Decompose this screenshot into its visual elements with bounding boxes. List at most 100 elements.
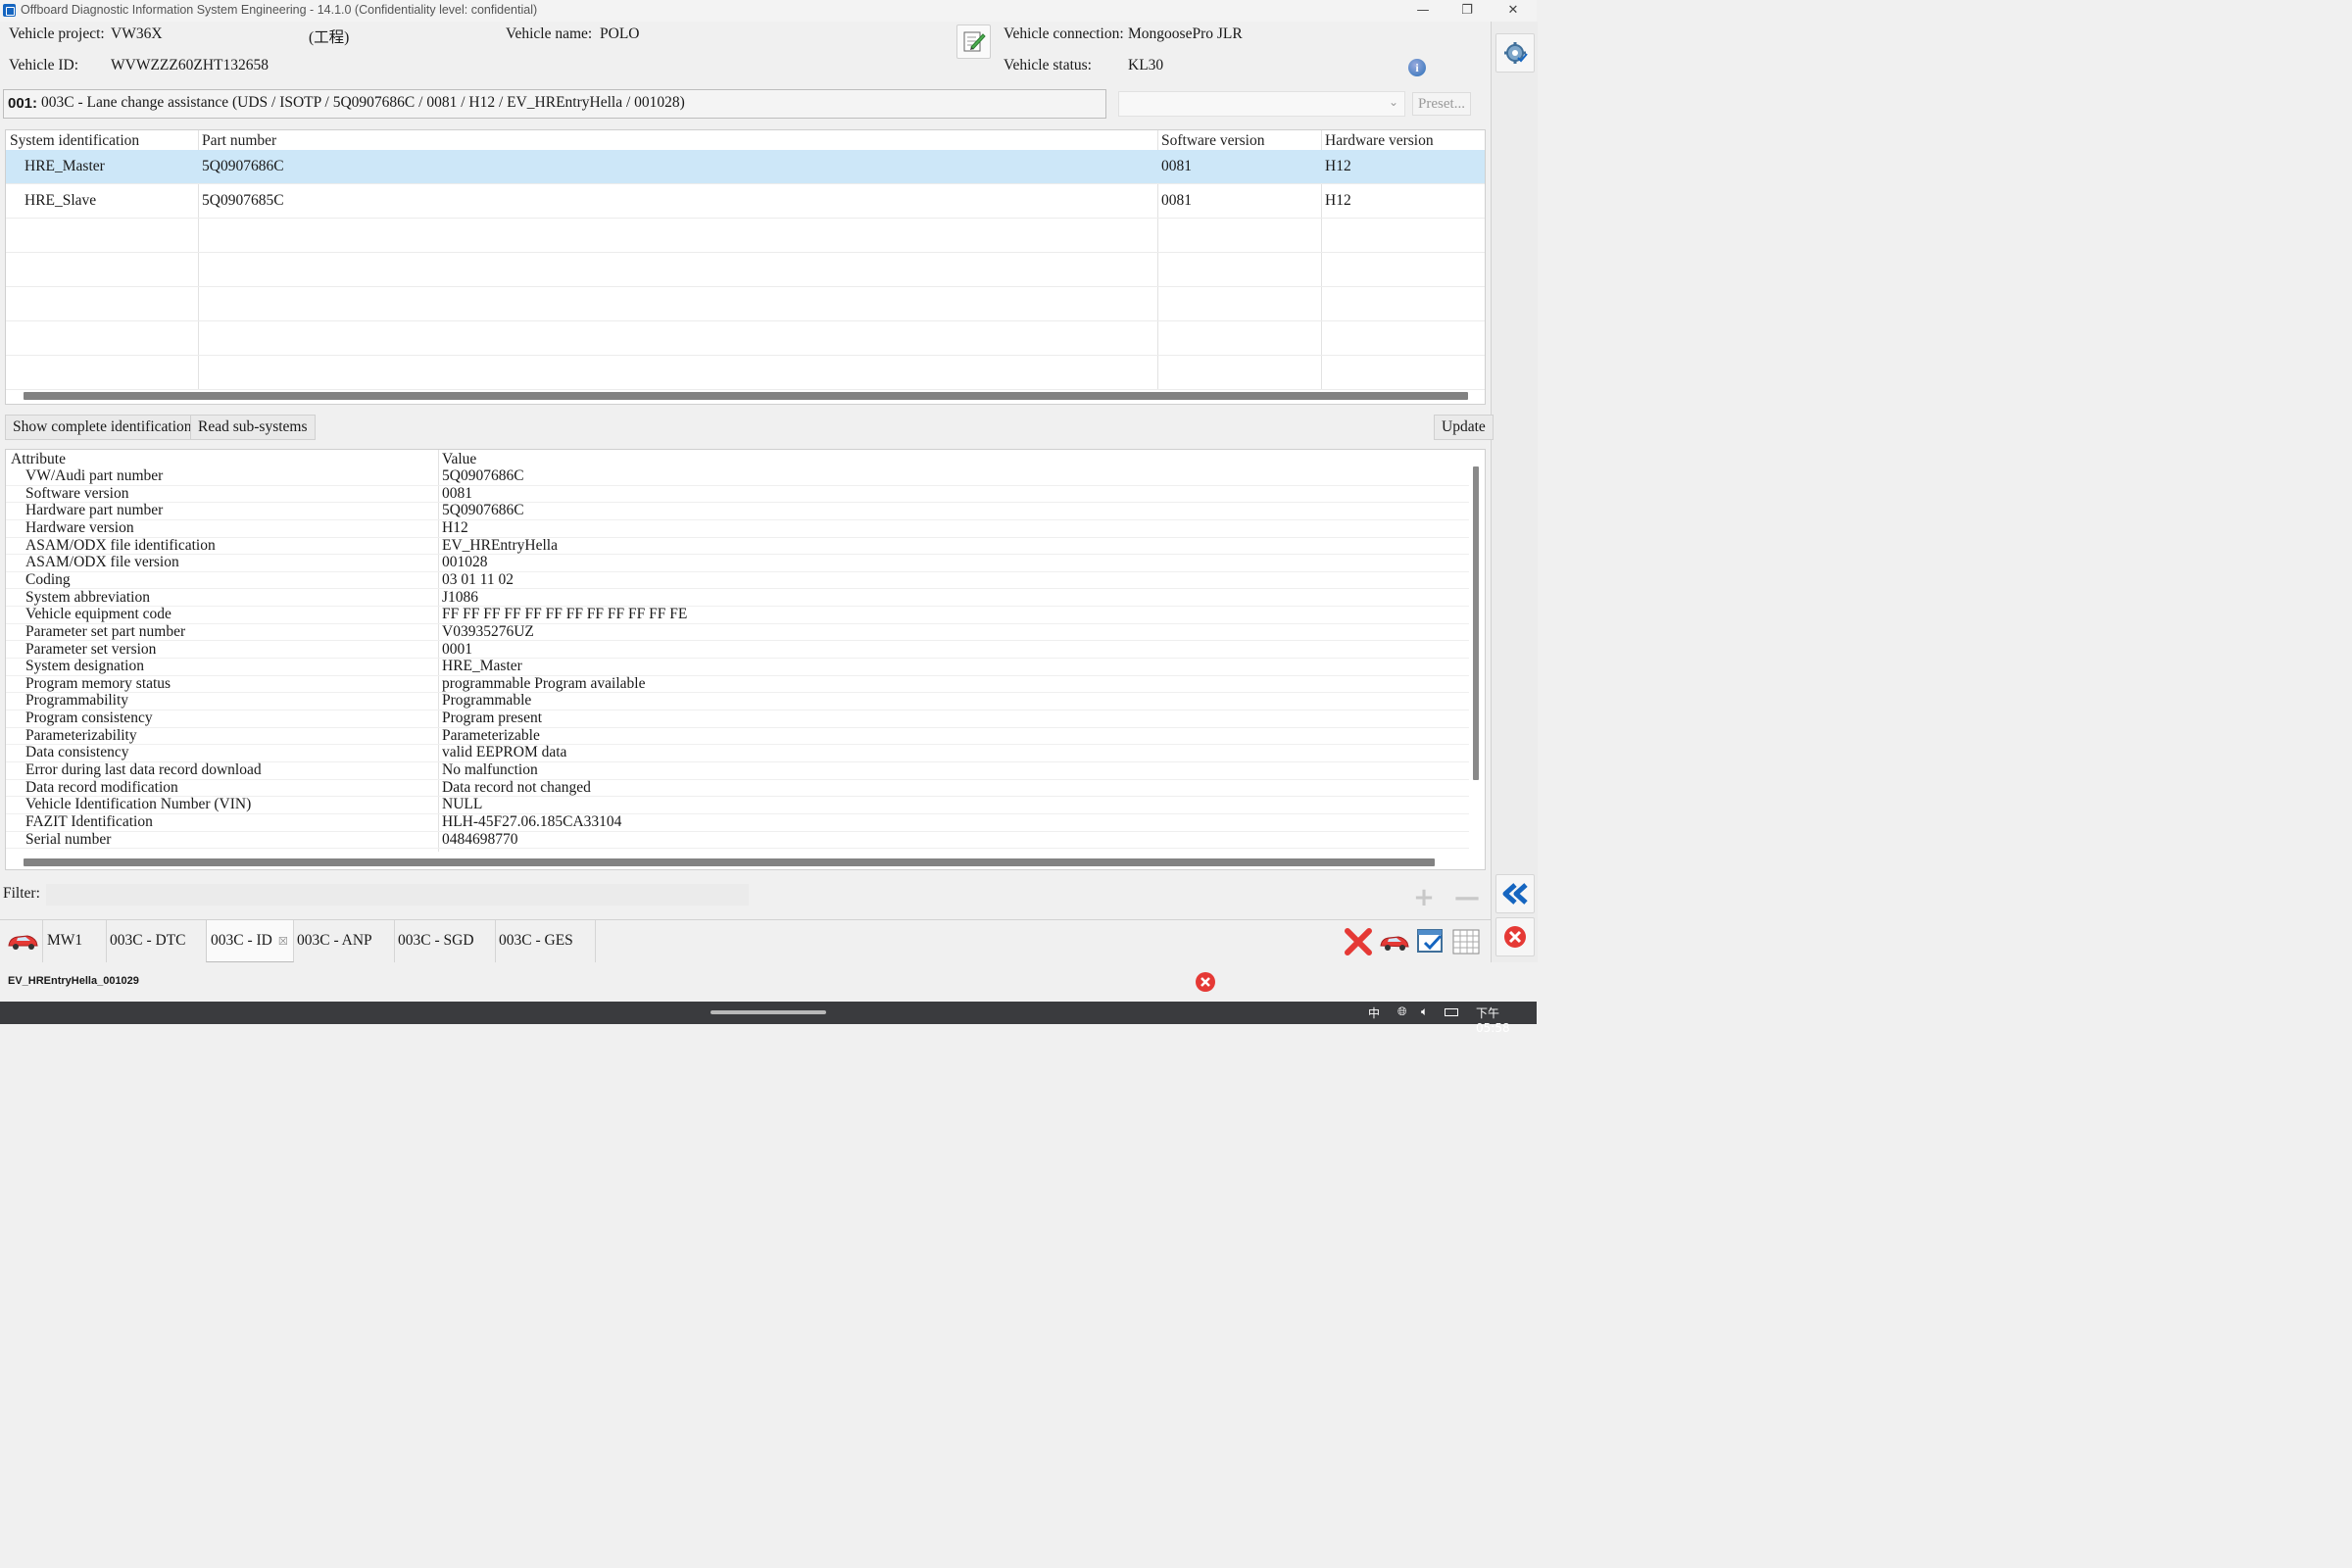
- exit-button[interactable]: [1495, 917, 1535, 956]
- attribute-name: Parameter set part number: [25, 622, 186, 640]
- edit-icon: [963, 31, 986, 52]
- taskbar: 中 🌐︎ 🔈︎ 下午 05:58: [0, 1002, 1537, 1035]
- attribute-name: Error during last data record download: [25, 761, 262, 779]
- table-row[interactable]: HRE_Slave 5Q0907685C 0081 H12: [6, 184, 1485, 219]
- attribute-value: valid EEPROM data: [442, 744, 567, 761]
- clear-button[interactable]: [1343, 926, 1374, 957]
- attribute-row[interactable]: Serial number 0484698770: [6, 831, 1469, 850]
- battery-icon[interactable]: [1445, 1008, 1458, 1016]
- attribute-value: Data record not changed: [442, 778, 591, 796]
- app-icon: [3, 4, 16, 17]
- table-row-empty: [6, 219, 1485, 253]
- attribute-name: Vehicle Identification Number (VIN): [25, 796, 252, 813]
- attribute-row[interactable]: Programmability Programmable: [6, 692, 1469, 711]
- gesture-handle[interactable]: [710, 1010, 826, 1014]
- attribute-row[interactable]: Program memory status programmable Progra…: [6, 674, 1469, 694]
- attribute-row[interactable]: ASAM/ODX file version 001028: [6, 554, 1469, 572]
- globe-icon[interactable]: 🌐︎: [1397, 1004, 1407, 1019]
- vehicle-name-label: Vehicle name:: [506, 25, 593, 42]
- filter-input[interactable]: [46, 884, 749, 906]
- ime-indicator[interactable]: 中: [1368, 1004, 1380, 1021]
- show-complete-identification-button[interactable]: Show complete identification: [5, 415, 200, 440]
- horizontal-scrollbar[interactable]: [24, 392, 1468, 400]
- attribute-name: Program consistency: [25, 710, 153, 727]
- close-window-button[interactable]: ✕: [1498, 2, 1528, 20]
- error-icon: [1196, 972, 1215, 992]
- attribute-row[interactable]: ASAM/ODX file identification EV_HREntryHe…: [6, 536, 1469, 556]
- column-header-hardware-version[interactable]: Hardware version: [1325, 132, 1434, 150]
- attribute-name: VW/Audi part number: [25, 467, 164, 484]
- attribute-row[interactable]: Vehicle equipment code FF FF FF FF FF FF …: [6, 606, 1469, 624]
- car-icon: [8, 935, 38, 950]
- attribute-value: programmable Program available: [442, 674, 646, 692]
- attribute-value: 5Q0907686C: [442, 502, 524, 519]
- volume-muted-icon[interactable]: 🔈︎: [1421, 1004, 1428, 1019]
- remove-filter-button[interactable]: —: [1454, 885, 1480, 910]
- info-icon[interactable]: i: [1408, 59, 1426, 76]
- attribute-value: 5Q0907686C: [442, 467, 524, 484]
- column-header-value[interactable]: Value: [442, 451, 476, 468]
- attribute-name: Hardware version: [25, 518, 134, 536]
- column-header-attribute[interactable]: Attribute: [11, 451, 66, 468]
- attribute-name: FAZIT Identification: [25, 813, 153, 830]
- edit-notes-button[interactable]: [956, 24, 991, 59]
- attribute-row[interactable]: Parameter set version 0001: [6, 641, 1469, 660]
- attribute-row[interactable]: Error during last data record download No…: [6, 761, 1469, 780]
- vertical-scrollbar[interactable]: [1473, 466, 1479, 780]
- add-filter-button[interactable]: +: [1411, 885, 1437, 910]
- attribute-value: HRE_Master: [442, 658, 522, 675]
- double-chevron-left-icon: [1502, 883, 1528, 905]
- attribute-row[interactable]: Vehicle Identification Number (VIN) NULL: [6, 796, 1469, 814]
- tab-003c-ges[interactable]: 003C - GES: [495, 920, 596, 962]
- clock[interactable]: 下午 05:58: [1476, 1004, 1537, 1035]
- update-button[interactable]: Update: [1434, 415, 1494, 440]
- tab-003c-sgd[interactable]: 003C - SGD: [394, 920, 496, 962]
- attribute-row[interactable]: Parameter set part number V03935276UZ: [6, 622, 1469, 642]
- collapse-panel-button[interactable]: [1495, 874, 1535, 913]
- tab-003c-anp[interactable]: 003C - ANP: [293, 920, 395, 962]
- table-row[interactable]: HRE_Master 5Q0907686C 0081 H12: [6, 150, 1485, 184]
- column-header-system-identification[interactable]: System identification: [10, 132, 139, 150]
- tab-close-icon[interactable]: ☒: [278, 935, 288, 948]
- attribute-value: Program present: [442, 710, 543, 727]
- settings-button[interactable]: [1495, 33, 1535, 73]
- attribute-row[interactable]: System abbreviation J1086: [6, 588, 1469, 608]
- maximize-button[interactable]: ❐: [1452, 2, 1482, 20]
- attribute-value: 001028: [442, 554, 488, 571]
- title-bar: Offboard Diagnostic Information System E…: [0, 0, 1537, 22]
- vehicle-id-label: Vehicle ID:: [9, 57, 79, 74]
- tab-003c-dtc[interactable]: 003C - DTC: [106, 920, 207, 962]
- vehicle-button[interactable]: [1378, 926, 1411, 957]
- column-header-software-version[interactable]: Software version: [1161, 132, 1264, 150]
- attribute-row[interactable]: Software version 0081: [6, 485, 1469, 504]
- minimize-button[interactable]: —: [1408, 2, 1438, 20]
- attribute-row[interactable]: FAZIT Identification HLH-45F27.06.185CA33…: [6, 813, 1469, 832]
- column-header-part-number[interactable]: Part number: [202, 132, 276, 150]
- right-tool-panel: [1491, 22, 1538, 962]
- attribute-row[interactable]: VW/Audi part number 5Q0907686C: [6, 467, 1469, 486]
- attribute-row[interactable]: System designation HRE_Master: [6, 658, 1469, 676]
- horizontal-scrollbar[interactable]: [24, 858, 1435, 866]
- attribute-row[interactable]: Hardware version H12: [6, 518, 1469, 538]
- checklist-button[interactable]: [1415, 926, 1446, 957]
- grid-view-button[interactable]: [1450, 926, 1482, 957]
- vehicle-status-value: KL30: [1128, 57, 1164, 74]
- attribute-name: Program memory status: [25, 674, 172, 692]
- attribute-row[interactable]: Data record modification Data record not …: [6, 778, 1469, 798]
- read-sub-systems-button[interactable]: Read sub-systems: [190, 415, 316, 440]
- attribute-value: J1086: [442, 588, 479, 606]
- preset-button[interactable]: Preset...: [1412, 92, 1471, 116]
- attribute-row[interactable]: Hardware part number 5Q0907686C: [6, 502, 1469, 520]
- attribute-row[interactable]: Parameterizability Parameterizable: [6, 727, 1469, 746]
- ecu-dropdown[interactable]: ⌄: [1118, 91, 1405, 117]
- vehicle-tab[interactable]: [0, 920, 43, 962]
- vehicle-connection-label: Vehicle connection:: [1004, 25, 1124, 42]
- tab-003c-id[interactable]: 003C - ID ☒: [206, 920, 294, 962]
- attribute-row[interactable]: Data consistency valid EEPROM data: [6, 744, 1469, 762]
- tab-mw1[interactable]: MW1: [43, 920, 107, 962]
- attribute-row[interactable]: Coding 03 01 11 02: [6, 571, 1469, 590]
- attribute-row[interactable]: Program consistency Program present: [6, 710, 1469, 728]
- attribute-value: EV_HREntryHella: [442, 536, 558, 554]
- error-indicator[interactable]: [1194, 970, 1217, 994]
- ecu-number: 001:: [8, 95, 38, 112]
